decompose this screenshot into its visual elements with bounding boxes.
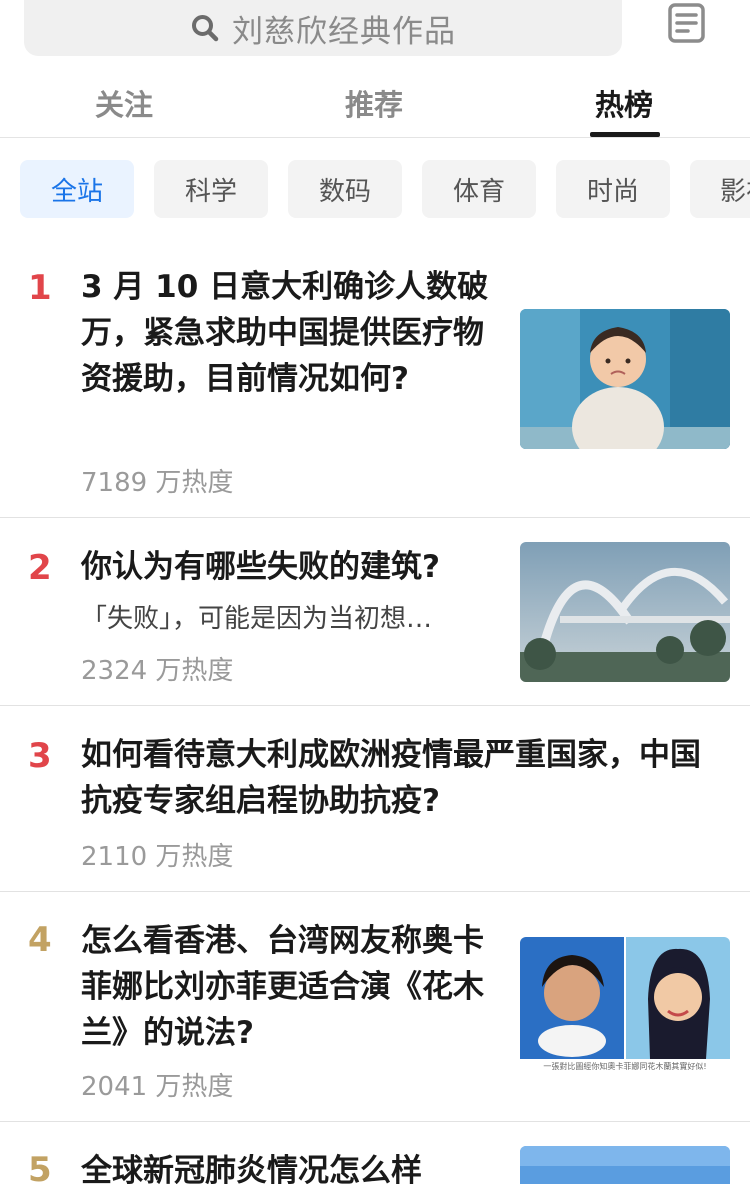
question-title[interactable]: 你认为有哪些失败的建筑? xyxy=(81,544,501,590)
hotlist-item-3[interactable]: 3 如何看待意大利成欧洲疫情最严重国家，中国抗疫专家组启程协助抗疫? 2110 … xyxy=(0,706,750,892)
question-title[interactable]: 怎么看香港、台湾网友称奥卡菲娜比刘亦菲更适合演《花木兰》的说法? xyxy=(81,918,501,1056)
active-tab-indicator xyxy=(590,132,660,137)
hotlist-item-4[interactable]: 4 怎么看香港、台湾网友称奥卡菲娜比刘亦菲更适合演《花木兰》的说法? 2041 … xyxy=(0,892,750,1122)
rank-number: 1 xyxy=(28,268,52,308)
chip-science[interactable]: 科学 xyxy=(154,160,268,218)
heat-count: 2041 万热度 xyxy=(81,1072,234,1102)
category-chip-bar: 全站 科学 数码 体育 时尚 影视 xyxy=(0,160,750,218)
question-title[interactable]: 如何看待意大利成欧洲疫情最严重国家，中国抗疫专家组启程协助抗疫? xyxy=(81,732,701,824)
rank-number: 4 xyxy=(28,920,52,960)
heat-count: 7189 万热度 xyxy=(81,468,234,498)
rank-number: 3 xyxy=(28,736,52,776)
feed-tabs: 关注 推荐 热榜 xyxy=(0,70,750,138)
tab-recommend[interactable]: 推荐 xyxy=(314,82,434,124)
chip-fashion[interactable]: 时尚 xyxy=(556,160,670,218)
hotlist-item-5[interactable]: 5 全球新冠肺炎情况怎么样 xyxy=(0,1122,750,1184)
photo-thumbnail[interactable] xyxy=(520,1146,730,1184)
chip-film[interactable]: 影视 xyxy=(690,160,750,218)
question-title[interactable]: 全球新冠肺炎情况怎么样 xyxy=(81,1148,501,1184)
thumbnail-caption: 一張對比圖經你知奧卡菲娜同花木蘭其實好似! xyxy=(543,1062,707,1071)
heat-count: 2324 万热度 xyxy=(81,656,234,686)
document-menu-icon[interactable] xyxy=(666,2,708,44)
heat-count: 2110 万热度 xyxy=(81,842,234,872)
tab-follow[interactable]: 关注 xyxy=(64,82,184,124)
top-bar: 刘慈欣经典作品 xyxy=(0,0,750,60)
tab-hotlist[interactable]: 热榜 xyxy=(564,82,684,124)
search-input[interactable]: 刘慈欣经典作品 xyxy=(24,0,622,56)
child-photo-thumbnail[interactable] xyxy=(520,309,730,449)
chip-digital[interactable]: 数码 xyxy=(288,160,402,218)
chip-sports[interactable]: 体育 xyxy=(422,160,536,218)
search-placeholder: 刘慈欣经典作品 xyxy=(232,13,456,50)
search-icon xyxy=(192,15,219,42)
bridge-photo-thumbnail[interactable] xyxy=(520,542,730,682)
hotlist-item-1[interactable]: 1 3 月 10 日意大利确诊人数破万，紧急求助中国提供医疗物资援助，目前情况如… xyxy=(0,248,750,518)
question-title[interactable]: 3 月 10 日意大利确诊人数破万，紧急求助中国提供医疗物资援助，目前情况如何? xyxy=(81,264,501,402)
chip-all-site[interactable]: 全站 xyxy=(20,160,134,218)
answer-excerpt: 「失败」，可能是因为当初想… xyxy=(81,604,433,634)
rank-number: 2 xyxy=(28,548,52,588)
rank-number: 5 xyxy=(28,1150,52,1184)
hotlist-item-2[interactable]: 2 你认为有哪些失败的建筑? 「失败」，可能是因为当初想… 2324 万热度 xyxy=(0,518,750,706)
mulan-comparison-thumbnail[interactable]: 一張對比圖經你知奧卡菲娜同花木蘭其實好似! xyxy=(520,937,730,1077)
